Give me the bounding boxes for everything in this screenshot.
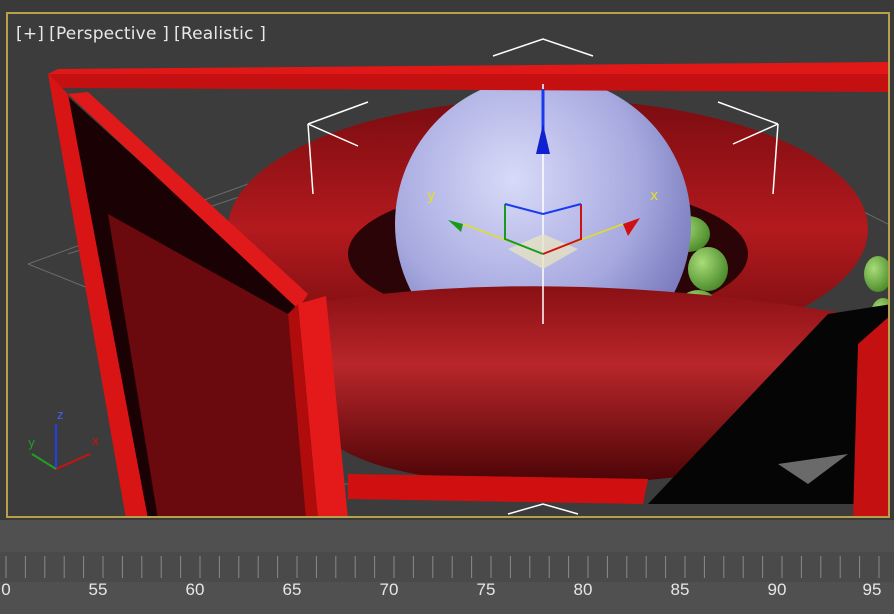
timeline-frame-label: 90 [767, 580, 787, 599]
frame-right-post [853, 317, 888, 516]
timeline-track-bar[interactable]: 0 55 60 65 70 75 80 85 90 95 [0, 520, 894, 614]
gizmo-x-label: x [650, 188, 659, 204]
timeline-frame-label: 55 [88, 580, 108, 599]
viewport-shading-label[interactable]: [Realistic ] [174, 24, 266, 44]
timeline-frame-label: 85 [670, 580, 690, 599]
timeline-frame-label: 95 [862, 580, 882, 599]
timeline-frame-label: 0 [1, 580, 11, 599]
timeline-frame-label: 65 [282, 580, 302, 599]
gizmo-y-label: y [427, 188, 436, 204]
timeline-frame-label: 80 [573, 580, 593, 599]
timeline-frame-label: 70 [379, 580, 399, 599]
world-x-label: x [92, 434, 100, 448]
timeline-frame-label: 60 [185, 580, 205, 599]
timeline-ticks [5, 556, 880, 578]
world-y-label: y [28, 436, 36, 450]
timeline-frame-label: 75 [476, 580, 496, 599]
frame-top-bar [48, 74, 888, 92]
world-axis-tripod [31, 424, 91, 470]
world-z-label: z [57, 408, 64, 422]
viewport-menu-button[interactable]: [+] [16, 24, 44, 44]
viewport-view-label[interactable]: [Perspective ] [49, 24, 169, 44]
perspective-viewport[interactable]: [+] [Perspective ] [Realistic ] y x z y x [6, 12, 890, 518]
viewport-label: [+] [Perspective ] [Realistic ] [16, 24, 271, 44]
frame-bottom-bar [348, 474, 648, 504]
scene-canvas[interactable] [8, 14, 890, 518]
timeline-ruler[interactable] [0, 552, 894, 582]
